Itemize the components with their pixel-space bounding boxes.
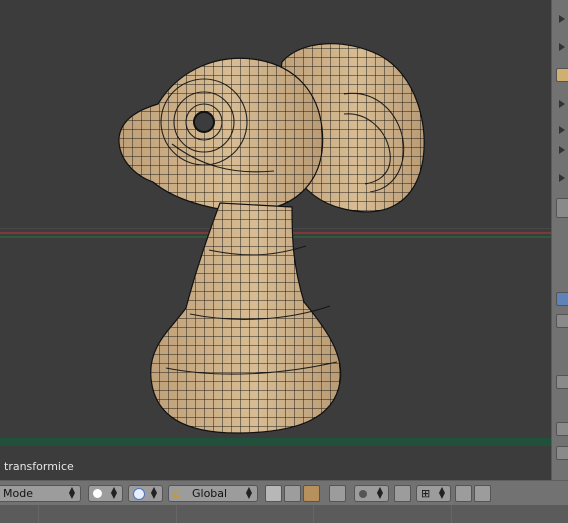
- orientation-axis-icon: ⌂: [173, 486, 181, 500]
- sidebar-toggle[interactable]: [556, 292, 568, 306]
- pivot-select[interactable]: ▲ ▼: [128, 485, 163, 502]
- sidebar-field[interactable]: [556, 198, 568, 218]
- select-arrows-icon: ▲ ▼: [150, 485, 157, 500]
- status-divider: [176, 505, 177, 523]
- proportional-edit-select[interactable]: ▲ ▼: [354, 485, 389, 502]
- select-arrows-icon: ▲ ▼: [110, 485, 117, 500]
- shading-select[interactable]: ▲ ▼: [88, 485, 123, 502]
- mouse-mesh[interactable]: [96, 30, 456, 445]
- select-arrows-icon: ▲ ▼: [68, 485, 75, 500]
- expand-arrow-icon[interactable]: [559, 174, 565, 182]
- orientation-label: Global: [192, 487, 228, 500]
- sidebar-field[interactable]: [556, 375, 568, 389]
- properties-sidebar[interactable]: [551, 0, 568, 480]
- sidebar-field[interactable]: [556, 422, 568, 436]
- expand-arrow-icon[interactable]: [559, 126, 565, 134]
- edge-select-icon[interactable]: [284, 485, 301, 502]
- mode-label: Mode: [3, 487, 33, 500]
- snap-element-select[interactable]: ⊞ ▲ ▼: [416, 485, 451, 502]
- expand-arrow-icon[interactable]: [559, 15, 565, 23]
- status-divider: [451, 505, 452, 523]
- bottom-strip: [0, 505, 568, 523]
- 3d-view-header: Mode ▲ ▼ ▲ ▼ ▲ ▼ ⌂ Global ▲ ▼ ▲ ▼ ⊞ ▲ ▼: [0, 480, 568, 506]
- pivot-icon: [133, 488, 145, 500]
- panel-icon[interactable]: [556, 68, 568, 82]
- select-arrows-icon: ▲ ▼: [438, 485, 445, 500]
- magnet-icon[interactable]: [394, 485, 411, 502]
- status-divider: [38, 505, 39, 523]
- mode-select[interactable]: Mode ▲ ▼: [0, 485, 81, 502]
- expand-arrow-icon[interactable]: [559, 100, 565, 108]
- solid-shading-icon: [93, 489, 102, 498]
- 3d-viewport[interactable]: transformice: [0, 0, 551, 480]
- render-camera-icon[interactable]: [455, 485, 472, 502]
- select-arrows-icon: ▲ ▼: [245, 485, 252, 500]
- active-object-label: transformice: [4, 460, 74, 473]
- sidebar-field[interactable]: [556, 314, 568, 328]
- expand-arrow-icon[interactable]: [559, 146, 565, 154]
- status-divider: [313, 505, 314, 523]
- proportional-edit-icon: [359, 490, 367, 498]
- select-arrows-icon: ▲ ▼: [376, 485, 383, 500]
- limit-selection-icon[interactable]: [329, 485, 346, 502]
- snap-grid-icon: ⊞: [421, 487, 431, 500]
- render-animation-icon[interactable]: [474, 485, 491, 502]
- sidebar-field[interactable]: [556, 446, 568, 460]
- face-select-icon[interactable]: [303, 485, 320, 502]
- expand-arrow-icon[interactable]: [559, 43, 565, 51]
- orientation-select[interactable]: ⌂ Global ▲ ▼: [168, 485, 258, 502]
- vertex-select-icon[interactable]: [265, 485, 282, 502]
